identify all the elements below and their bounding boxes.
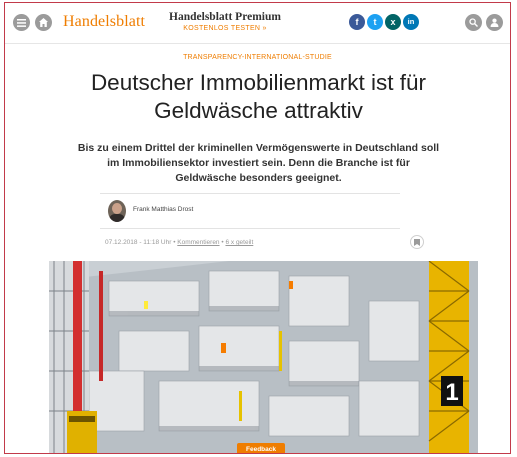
menu-button[interactable] — [13, 14, 30, 31]
home-button[interactable] — [35, 14, 52, 31]
xing-icon: x — [390, 16, 396, 27]
premium-trial-link[interactable]: KOSTENLOS TESTEN » — [165, 24, 285, 34]
premium-promo[interactable]: Handelsblatt Premium KOSTENLOS TESTEN » — [165, 11, 285, 34]
author-box: Frank Matthias Drost — [100, 193, 400, 229]
browser-frame: Handelsblatt Handelsblatt Premium KOSTEN… — [4, 2, 511, 454]
linkedin-icon: in — [407, 17, 415, 27]
article-date: 07.12.2018 - 11:18 Uhr — [105, 239, 172, 246]
meta-separator: • — [173, 239, 176, 246]
user-icon — [490, 18, 499, 27]
linkedin-share-button[interactable]: in — [403, 14, 419, 30]
bookmark-icon — [414, 238, 420, 246]
author-avatar[interactable] — [108, 200, 126, 222]
meta-separator: • — [221, 239, 224, 246]
crane-number: 1 — [445, 379, 458, 406]
site-logo[interactable]: Handelsblatt — [63, 13, 145, 31]
construction-site-illustration: 1 — [49, 261, 478, 453]
comments-link[interactable]: Kommentieren — [177, 239, 219, 246]
xing-share-button[interactable]: x — [385, 14, 401, 30]
site-header: Handelsblatt Handelsblatt Premium KOSTEN… — [5, 3, 510, 44]
menu-icon — [17, 18, 26, 27]
article-lead: Bis zu einem Drittel der kriminellen Ver… — [77, 142, 440, 184]
bookmark-button[interactable] — [410, 235, 424, 249]
search-icon — [469, 18, 478, 27]
shares-link[interactable]: 6 x geteilt — [225, 239, 253, 246]
home-icon — [39, 18, 48, 27]
article-headline: Deutscher Immobilienmarkt ist für Geldwä… — [90, 70, 427, 123]
facebook-icon: f — [355, 16, 359, 27]
search-button[interactable] — [465, 14, 482, 31]
article-kicker[interactable]: TRANSPARENCY-INTERNATIONAL-STUDIE — [5, 54, 510, 61]
twitter-icon: t — [373, 16, 377, 27]
twitter-share-button[interactable]: t — [367, 14, 383, 30]
facebook-share-button[interactable]: f — [349, 14, 365, 30]
feedback-button[interactable]: Feedback — [237, 443, 285, 453]
premium-title: Handelsblatt Premium — [169, 11, 281, 23]
article-hero-image: 1 — [49, 261, 478, 453]
account-button[interactable] — [486, 14, 503, 31]
article-meta: 07.12.2018 - 11:18 Uhr • Kommentieren • … — [105, 239, 253, 246]
author-name[interactable]: Frank Matthias Drost — [133, 206, 193, 213]
